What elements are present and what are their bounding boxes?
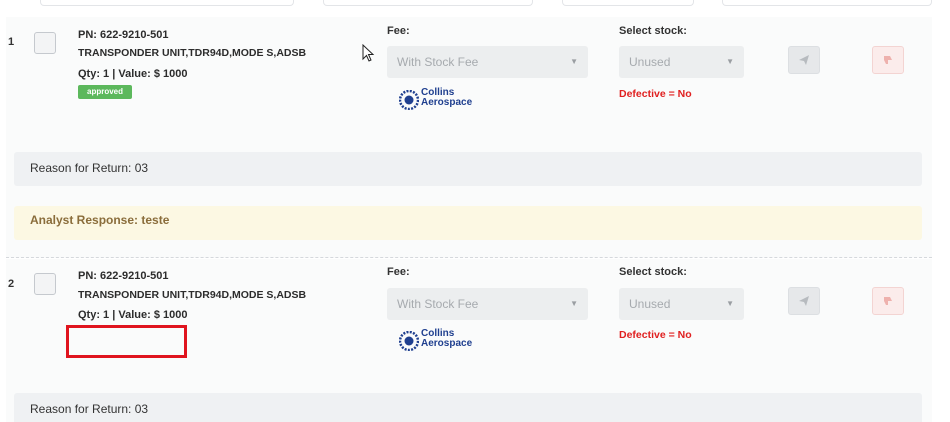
collins-emblem-icon bbox=[399, 90, 419, 110]
stock-select-value: Unused bbox=[629, 55, 671, 69]
thumbs-down-icon bbox=[884, 297, 892, 305]
return-item-2: 2 PN: 622-9210-501 TRANSPONDER UNIT,TDR9… bbox=[6, 259, 932, 422]
fee-select-value: With Stock Fee bbox=[397, 55, 479, 69]
mouse-cursor-icon bbox=[362, 44, 375, 62]
return-item-1: 1 PN: 622-9210-501 TRANSPONDER UNIT,TDR9… bbox=[6, 17, 932, 258]
stock-select[interactable]: Unused ▼ bbox=[619, 288, 744, 320]
chevron-down-icon: ▼ bbox=[570, 57, 578, 66]
fee-select[interactable]: With Stock Fee ▼ bbox=[387, 46, 588, 78]
collins-emblem-icon bbox=[399, 331, 419, 351]
defective-status: Defective = No bbox=[619, 329, 692, 341]
brand-line-2: Aerospace bbox=[421, 338, 473, 349]
collins-aerospace-logo: Collins Aerospace bbox=[399, 88, 479, 112]
brand-line-2: Aerospace bbox=[421, 97, 473, 108]
fee-select-value: With Stock Fee bbox=[397, 297, 479, 311]
top-filter-strip bbox=[0, 0, 950, 10]
part-number: PN: 622-9210-501 bbox=[78, 29, 169, 41]
qty-value: Qty: 1 | Value: $ 1000 bbox=[78, 309, 188, 321]
reject-button[interactable] bbox=[872, 287, 904, 315]
item-select-checkbox[interactable] bbox=[34, 273, 56, 295]
top-field-1[interactable] bbox=[40, 0, 294, 6]
paper-plane-icon bbox=[799, 296, 809, 306]
chevron-down-icon: ▼ bbox=[726, 57, 734, 66]
item-select-checkbox[interactable] bbox=[34, 32, 56, 54]
fee-label: Fee: bbox=[387, 266, 410, 278]
top-field-4[interactable] bbox=[722, 0, 932, 6]
fee-select[interactable]: With Stock Fee ▼ bbox=[387, 288, 588, 320]
fee-label: Fee: bbox=[387, 25, 410, 37]
thumbs-down-icon bbox=[884, 56, 892, 64]
top-field-3[interactable] bbox=[562, 0, 694, 6]
part-description: TRANSPONDER UNIT,TDR94D,MODE S,ADSB bbox=[78, 289, 307, 301]
collins-aerospace-logo: Collins Aerospace bbox=[399, 329, 479, 353]
send-button[interactable] bbox=[788, 46, 820, 74]
chevron-down-icon: ▼ bbox=[726, 299, 734, 308]
part-number: PN: 622-9210-501 bbox=[78, 270, 169, 282]
highlighted-empty-badge-area bbox=[66, 325, 187, 358]
top-field-2[interactable] bbox=[323, 0, 533, 6]
analyst-response: Analyst Response: teste bbox=[14, 206, 922, 240]
send-button[interactable] bbox=[788, 287, 820, 315]
item-index: 2 bbox=[8, 278, 15, 290]
stock-select-value: Unused bbox=[629, 297, 671, 311]
stock-label: Select stock: bbox=[619, 266, 687, 278]
status-badge: approved bbox=[78, 85, 133, 99]
part-description: TRANSPONDER UNIT,TDR94D,MODE S,ADSB bbox=[78, 47, 307, 59]
item-index: 1 bbox=[8, 36, 15, 48]
qty-value: Qty: 1 | Value: $ 1000 bbox=[78, 68, 188, 80]
reason-for-return: Reason for Return: 03 bbox=[14, 393, 922, 422]
chevron-down-icon: ▼ bbox=[570, 299, 578, 308]
paper-plane-icon bbox=[799, 55, 809, 65]
reject-button[interactable] bbox=[872, 46, 904, 74]
defective-status: Defective = No bbox=[619, 88, 692, 100]
stock-label: Select stock: bbox=[619, 25, 687, 37]
return-items-page: 1 PN: 622-9210-501 TRANSPONDER UNIT,TDR9… bbox=[0, 0, 950, 422]
reason-for-return: Reason for Return: 03 bbox=[14, 152, 922, 186]
stock-select[interactable]: Unused ▼ bbox=[619, 46, 744, 78]
